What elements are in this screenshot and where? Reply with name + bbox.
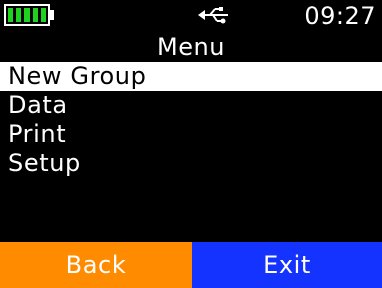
menu-item-new-group[interactable]: New Group: [0, 62, 382, 91]
menu-item-setup[interactable]: Setup: [0, 149, 382, 178]
battery-cell: [24, 8, 30, 22]
battery-full-icon: [4, 4, 50, 26]
menu-item-print[interactable]: Print: [0, 120, 382, 149]
menu-item-data[interactable]: Data: [0, 91, 382, 120]
exit-button[interactable]: Exit: [192, 242, 382, 288]
clock: 09:27: [304, 2, 376, 30]
usb-icon: [198, 7, 228, 24]
battery-tip: [50, 10, 54, 20]
back-button[interactable]: Back: [0, 242, 192, 288]
menu-list: New Group Data Print Setup: [0, 62, 382, 178]
softkey-bar: Back Exit: [0, 242, 382, 288]
page-title: Menu: [157, 33, 225, 61]
battery-cell: [32, 8, 38, 22]
status-bar: 09:27: [0, 0, 382, 32]
battery-cell: [8, 8, 14, 22]
battery-cell: [40, 8, 47, 22]
battery-cell: [16, 8, 22, 22]
